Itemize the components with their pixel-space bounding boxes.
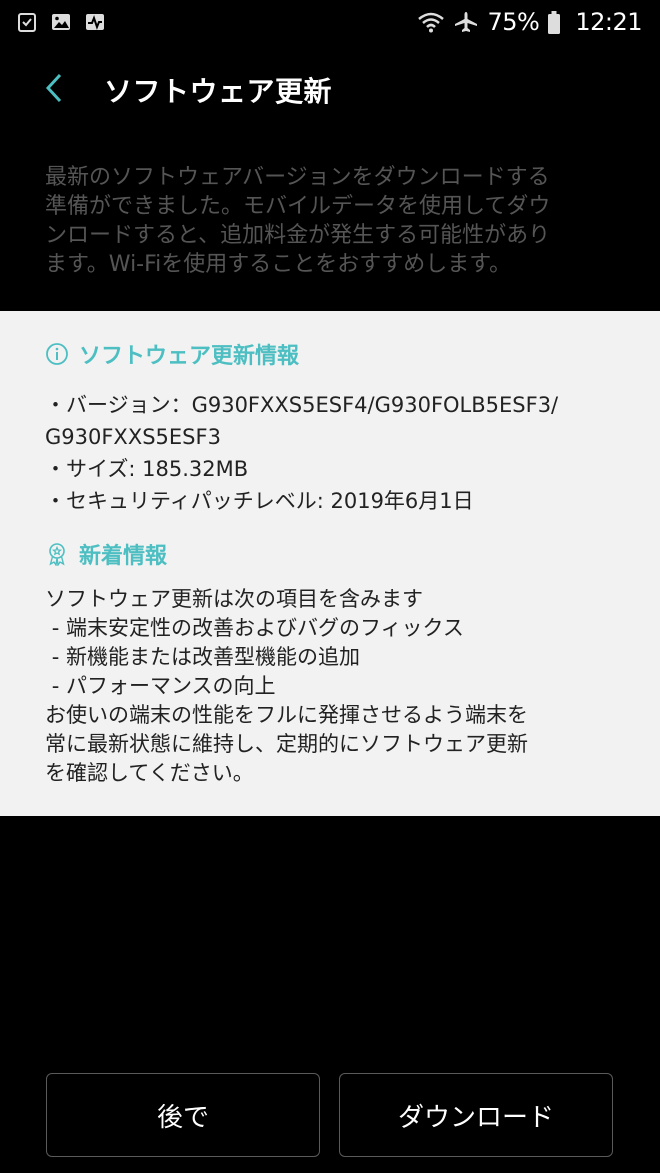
chevron-left-icon: [43, 72, 65, 108]
notice-line: 最新のソフトウェアバージョンをダウンロードする: [45, 165, 550, 190]
update-info-heading: ソフトウェア更新情報: [45, 339, 616, 369]
whats-new-line: - 端末安定性の改善およびバグのフィックス: [45, 616, 464, 640]
whats-new-body: ソフトウェア更新は次の項目を含みます - 端末安定性の改善およびバグのフィックス…: [45, 585, 616, 788]
page-title: ソフトウェア更新: [104, 75, 333, 108]
status-left-icons: [16, 11, 106, 33]
activity-icon: [84, 11, 106, 33]
screen: 75% 12:21 ソフトウェア更新 最新のソフトウェアバージョンをダウンロード…: [0, 0, 660, 1173]
whats-new-line: ソフトウェア更新は次の項目を含みます: [45, 587, 423, 611]
clock: 12:21: [575, 8, 642, 36]
battery-percent: 75%: [487, 8, 540, 36]
version-row: ・バージョン：G930FXXS5ESF4/G930FOLB5ESF3/: [45, 393, 559, 417]
app-header: ソフトウェア更新: [0, 60, 660, 120]
status-bar: 75% 12:21: [0, 0, 660, 44]
whats-new-line: - 新機能または改善型機能の追加: [45, 645, 360, 669]
update-info-list: ・バージョン：G930FXXS5ESF4/G930FOLB5ESF3/ G930…: [45, 389, 616, 517]
security-patch-row: ・セキュリティパッチレベル: 2019年6月1日: [45, 489, 474, 513]
version-row-continued: G930FXXS5ESF3: [45, 425, 221, 449]
image-icon: [50, 11, 72, 33]
whats-new-line: お使いの端末の性能をフルに発揮させるよう端末を: [45, 703, 528, 727]
update-info-card: ソフトウェア更新情報 ・バージョン：G930FXXS5ESF4/G930FOLB…: [0, 311, 660, 816]
download-button[interactable]: ダウンロード: [339, 1073, 613, 1157]
whats-new-line: を確認してください。: [45, 761, 254, 785]
battery-icon: [547, 11, 561, 34]
download-notice: 最新のソフトウェアバージョンをダウンロードする 準備ができました。モバイルデータ…: [45, 163, 620, 279]
notice-line: 準備ができました。モバイルデータを使用してダウ: [45, 194, 551, 219]
whats-new-heading-text: 新着情報: [79, 544, 168, 569]
notice-line: ます。Wi-Fiを使用することをおすすめします。: [45, 252, 512, 277]
update-info-heading-text: ソフトウェア更新情報: [79, 344, 300, 369]
back-button[interactable]: [24, 60, 84, 120]
status-right-icons: 75% 12:21: [417, 8, 642, 36]
award-ribbon-icon: [45, 542, 69, 567]
size-row: ・サイズ: 185.32MB: [45, 457, 249, 481]
info-icon: [45, 342, 69, 366]
wifi-icon: [417, 11, 445, 33]
whats-new-line: 常に最新状態に維持し、定期的にソフトウェア更新: [45, 732, 528, 756]
notice-line: ンロードすると、追加料金が発生する可能性があり: [45, 223, 551, 248]
whats-new-line: - パフォーマンスの向上: [45, 674, 276, 698]
whats-new-heading: 新着情報: [45, 539, 616, 569]
later-button[interactable]: 後で: [46, 1073, 320, 1157]
airplane-icon: [453, 11, 479, 33]
task-icon: [16, 11, 38, 33]
